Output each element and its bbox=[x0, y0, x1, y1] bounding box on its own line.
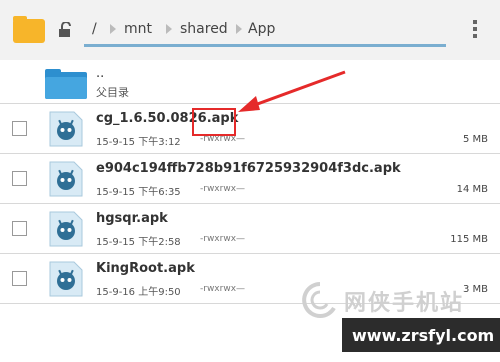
file-permissions: -rwxrwx— bbox=[200, 284, 246, 294]
file-name: hgsqr.apk bbox=[96, 211, 168, 226]
chevron-right-icon bbox=[236, 24, 242, 34]
file-date: 15-9-15 下午6:35 bbox=[96, 187, 181, 198]
file-permissions: -rwxrwx— bbox=[200, 234, 246, 244]
annotation-arrow-icon bbox=[238, 70, 346, 112]
parent-dots: .. bbox=[96, 66, 105, 81]
file-row[interactable]: e904c194ffb728b91f6725932904f3dc.apk 15-… bbox=[0, 154, 500, 204]
apk-file-icon bbox=[49, 211, 83, 247]
file-permissions: -rwxrwx— bbox=[200, 184, 246, 194]
breadcrumb-mnt[interactable]: mnt bbox=[124, 21, 152, 37]
unlock-icon[interactable] bbox=[56, 22, 74, 38]
file-checkbox[interactable] bbox=[12, 271, 27, 286]
folder-icon bbox=[45, 69, 87, 99]
top-toolbar: / mnt shared App bbox=[0, 0, 500, 60]
file-size: 115 MB bbox=[450, 234, 488, 245]
overflow-menu-icon[interactable] bbox=[470, 18, 480, 40]
parent-directory-label: 父目录 bbox=[96, 86, 129, 99]
file-name: e904c194ffb728b91f6725932904f3dc.apk bbox=[96, 161, 401, 176]
file-size: 3 MB bbox=[462, 284, 488, 295]
chevron-right-icon bbox=[110, 24, 116, 34]
folder-app-icon[interactable] bbox=[12, 14, 46, 44]
chevron-right-icon bbox=[166, 24, 172, 34]
watermark-brand: 网侠手机站 bbox=[344, 291, 465, 316]
apk-file-icon bbox=[49, 111, 83, 147]
file-row[interactable]: hgsqr.apk 15-9-15 下午2:58 -rwxrwx— 115 MB bbox=[0, 204, 500, 254]
apk-file-icon bbox=[49, 261, 83, 297]
file-checkbox[interactable] bbox=[12, 221, 27, 236]
file-checkbox[interactable] bbox=[12, 171, 27, 186]
file-size: 5 MB bbox=[462, 134, 488, 145]
breadcrumb-underline bbox=[84, 44, 446, 47]
file-size: 14 MB bbox=[456, 184, 488, 195]
apk-file-icon bbox=[49, 161, 83, 197]
file-date: 15-9-16 上午9:50 bbox=[96, 287, 181, 298]
watermark-url: www.zrsfyl.com bbox=[352, 326, 495, 345]
watermark-logo-icon bbox=[302, 282, 336, 318]
file-date: 15-9-15 下午3:12 bbox=[96, 137, 181, 148]
file-name: KingRoot.apk bbox=[96, 261, 195, 276]
breadcrumb-root[interactable]: / bbox=[92, 21, 97, 37]
file-date: 15-9-15 下午2:58 bbox=[96, 237, 181, 248]
breadcrumb-shared[interactable]: shared bbox=[180, 21, 228, 37]
breadcrumb-app[interactable]: App bbox=[248, 21, 275, 37]
file-checkbox[interactable] bbox=[12, 121, 27, 136]
